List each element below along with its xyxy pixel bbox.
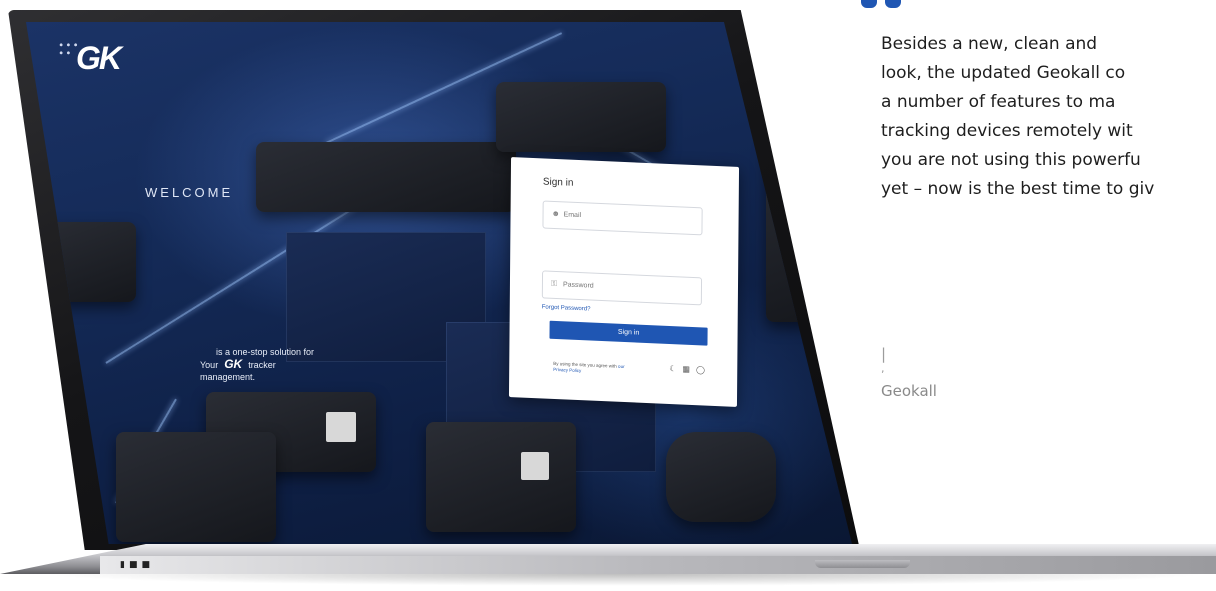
tracker-device [116, 432, 276, 542]
laptop-base-front [100, 556, 1216, 574]
laptop-port-dots: ▮■■ [120, 560, 154, 570]
tagline: is a one-stop solution for Your GK tracker… [200, 346, 314, 383]
testimonial-line: Besides a new, clean and [881, 34, 1098, 54]
tagline-line1: is a one-stop solution for [216, 347, 315, 357]
device-label [521, 452, 549, 480]
signin-card: Sign in ☻ ⚿ Forgot Password? Sign in By … [508, 157, 740, 407]
social-icon-3[interactable]: ◯ [696, 365, 711, 375]
testimonial-line: a number of features to ma [881, 92, 1116, 112]
testimonial-line: look, the updated Geokall co [881, 63, 1126, 83]
password-input[interactable] [562, 277, 694, 298]
password-field[interactable]: ⚿ [541, 270, 703, 306]
social-icon-2[interactable]: ▦ [682, 365, 696, 375]
tracker-device [426, 422, 576, 532]
social-icon-1[interactable]: ☾ [669, 364, 682, 374]
welcome-heading: WELCOME [145, 185, 234, 200]
tracker-device [666, 432, 776, 522]
email-field[interactable]: ☻ [542, 200, 703, 236]
testimonial-line: tracking devices remotely wit [881, 121, 1133, 141]
attribution-bar: | [881, 345, 887, 363]
testimonial-line: yet – now is the best time to giv [881, 179, 1155, 199]
attribution-comma: , [881, 362, 885, 375]
email-input[interactable] [563, 207, 694, 228]
signin-title: Sign in [542, 176, 574, 189]
tagline-line2: Your GK tracker [200, 358, 314, 371]
brand-logo: ∙∙∙ ∙∙ GK [58, 40, 138, 80]
forgot-password-link[interactable]: Forgot Password? [542, 304, 591, 312]
testimonial-text: Besides a new, clean and look, the updat… [881, 30, 1216, 204]
tagline-line3: management. [200, 372, 256, 382]
device-label [326, 412, 356, 442]
testimonial-line: you are not using this powerfu [881, 150, 1141, 170]
lock-icon: ⚿ [550, 278, 558, 289]
brand-inline-logo: GK [224, 357, 243, 371]
social-icons: ☾▦◯ [669, 364, 711, 375]
tracker-device [496, 82, 666, 152]
tagline-tracker: tracker [248, 360, 276, 370]
legal-note: By using the site you agree with our Pri… [553, 361, 633, 376]
quote-mark-icon [861, 0, 905, 8]
tracker-device [256, 142, 516, 212]
testimonial-author: Geokall [881, 382, 937, 400]
tagline-your: Your [200, 360, 219, 370]
laptop-shadow [40, 574, 1210, 586]
brand-logo-text: GK [76, 40, 122, 76]
laptop-hinge [815, 560, 910, 568]
signin-button[interactable]: Sign in [549, 320, 708, 346]
user-icon: ☻ [551, 208, 561, 219]
